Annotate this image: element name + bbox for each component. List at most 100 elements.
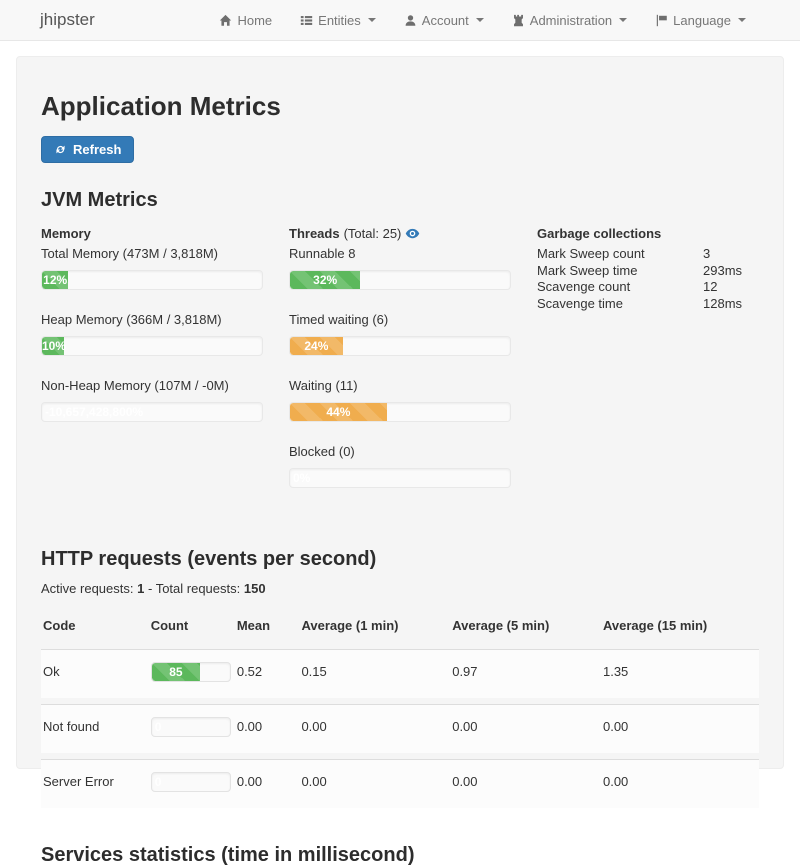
timed-waiting-progressbar: 24% xyxy=(289,336,511,356)
progress-overflow-label: 0 xyxy=(155,773,162,791)
runnable-progressbar: 32% xyxy=(289,270,511,290)
gc-row-label: Mark Sweep count xyxy=(537,246,703,263)
progress-overflow-label: 0 xyxy=(155,718,162,736)
gc-row-value: 12 xyxy=(703,279,759,296)
gc-row: Scavenge time 128ms xyxy=(537,296,759,313)
cell-avg15: 0.00 xyxy=(601,759,759,808)
heap-memory-progressbar: 10% xyxy=(41,336,263,356)
gc-heading: Garbage collections xyxy=(537,226,759,241)
metric-label: Non-Heap Memory (107M / -0M) xyxy=(41,378,263,393)
progress-fill: 10% xyxy=(42,337,64,355)
flag-icon xyxy=(655,14,668,27)
table-row-ok: Ok 85 0.52 0.15 0.97 1.35 xyxy=(41,649,759,698)
navbar: jhipster Home Entities Account Administr… xyxy=(0,0,800,41)
total-requests-value: 150 xyxy=(244,581,266,596)
nav-item-label: Account xyxy=(422,13,469,28)
progress-fill: 32% xyxy=(290,271,360,289)
refresh-icon xyxy=(54,143,67,156)
cell-avg1: 0.00 xyxy=(299,759,450,808)
total-requests-label: - Total requests: xyxy=(148,581,240,596)
metric-label: Runnable 8 xyxy=(289,246,511,261)
gc-row-label: Scavenge count xyxy=(537,279,703,296)
jvm-metrics-heading: JVM Metrics xyxy=(41,189,759,212)
active-requests-label: Active requests: xyxy=(41,581,134,596)
gc-row: Mark Sweep time 293ms xyxy=(537,263,759,280)
page-title: Application Metrics xyxy=(41,91,759,122)
col-header-avg1: Average (1 min) xyxy=(299,612,450,643)
refresh-button-label: Refresh xyxy=(73,142,121,157)
http-requests-heading: HTTP requests (events per second) xyxy=(41,548,759,571)
metric-total-memory: Total Memory (473M / 3,818M) 12% xyxy=(41,246,263,290)
cell-avg5: 0.97 xyxy=(450,649,601,698)
nav-item-entities[interactable]: Entities xyxy=(288,7,388,34)
metric-heap-memory: Heap Memory (366M / 3,818M) 10% xyxy=(41,312,263,356)
gc-row: Scavenge count 12 xyxy=(537,279,759,296)
nav-item-label: Entities xyxy=(318,13,361,28)
progress-fill: 24% xyxy=(290,337,343,355)
cell-avg15: 1.35 xyxy=(601,649,759,698)
gc-row-value: 128ms xyxy=(703,296,759,313)
cell-mean: 0.00 xyxy=(235,759,300,808)
col-header-count: Count xyxy=(149,612,235,643)
nav-item-home[interactable]: Home xyxy=(207,7,284,34)
requests-summary: Active requests: 1 - Total requests: 150 xyxy=(41,581,759,596)
http-requests-table: Code Count Mean Average (1 min) Average … xyxy=(41,606,759,814)
user-icon xyxy=(404,14,417,27)
threads-column: Threads (Total: 25) Runnable 8 32% Timed… xyxy=(289,226,511,510)
refresh-button[interactable]: Refresh xyxy=(41,136,134,163)
chevron-down-icon xyxy=(738,18,746,22)
blocked-progressbar: 0% xyxy=(289,468,511,488)
cell-avg5: 0.00 xyxy=(450,759,601,808)
threads-heading: Threads (Total: 25) xyxy=(289,226,511,241)
nav-item-language[interactable]: Language xyxy=(643,7,758,34)
threads-total-label: (Total: 25) xyxy=(344,226,402,241)
progress-overflow-label: 0% xyxy=(293,469,310,487)
cell-count: 85 xyxy=(149,649,235,698)
cell-mean: 0.52 xyxy=(235,649,300,698)
col-header-code: Code xyxy=(41,612,149,643)
gc-row: Mark Sweep count 3 xyxy=(537,246,759,263)
metric-label: Timed waiting (6) xyxy=(289,312,511,327)
list-icon xyxy=(300,14,313,27)
services-statistics-heading: Services statistics (time in millisecond… xyxy=(41,844,759,867)
chevron-down-icon xyxy=(368,18,376,22)
chevron-down-icon xyxy=(476,18,484,22)
home-icon xyxy=(219,14,232,27)
progress-overflow-label: -10,657,428,800% xyxy=(45,403,143,421)
tower-icon xyxy=(512,14,525,27)
gc-row-value: 293ms xyxy=(703,263,759,280)
metric-label: Heap Memory (366M / 3,818M) xyxy=(41,312,263,327)
gc-column: Garbage collections Mark Sweep count 3 M… xyxy=(537,226,759,510)
memory-column: Memory Total Memory (473M / 3,818M) 12% … xyxy=(41,226,263,510)
threads-heading-label: Threads xyxy=(289,226,340,241)
metric-runnable: Runnable 8 32% xyxy=(289,246,511,290)
nav-item-label: Home xyxy=(237,13,272,28)
count-progressbar: 0 xyxy=(151,717,231,737)
nav-item-account[interactable]: Account xyxy=(392,7,496,34)
count-progressbar: 85 xyxy=(151,662,231,682)
memory-heading: Memory xyxy=(41,226,263,241)
active-requests-value: 1 xyxy=(137,581,144,596)
cell-code: Ok xyxy=(41,649,149,698)
cell-count: 0 xyxy=(149,759,235,808)
metric-label: Total Memory (473M / 3,818M) xyxy=(41,246,263,261)
nav-item-administration[interactable]: Administration xyxy=(500,7,639,34)
table-header-row: Code Count Mean Average (1 min) Average … xyxy=(41,612,759,643)
nonheap-memory-progressbar: -10,657,428,800% xyxy=(41,402,263,422)
waiting-progressbar: 44% xyxy=(289,402,511,422)
brand-logo[interactable]: jhipster xyxy=(40,10,95,30)
total-memory-progressbar: 12% xyxy=(41,270,263,290)
metric-label: Blocked (0) xyxy=(289,444,511,459)
col-header-avg15: Average (15 min) xyxy=(601,612,759,643)
progress-fill: 85 xyxy=(152,663,200,681)
table-row-server-error: Server Error 0 0.00 0.00 0.00 0.00 xyxy=(41,759,759,808)
cell-code: Server Error xyxy=(41,759,149,808)
col-header-mean: Mean xyxy=(235,612,300,643)
metrics-panel: Application Metrics Refresh JVM Metrics … xyxy=(16,56,784,769)
metric-label: Waiting (11) xyxy=(289,378,511,393)
chevron-down-icon xyxy=(619,18,627,22)
count-progressbar: 0 xyxy=(151,772,231,792)
metric-nonheap-memory: Non-Heap Memory (107M / -0M) -10,657,428… xyxy=(41,378,263,422)
gc-row-label: Mark Sweep time xyxy=(537,263,703,280)
eye-icon[interactable] xyxy=(405,226,420,241)
